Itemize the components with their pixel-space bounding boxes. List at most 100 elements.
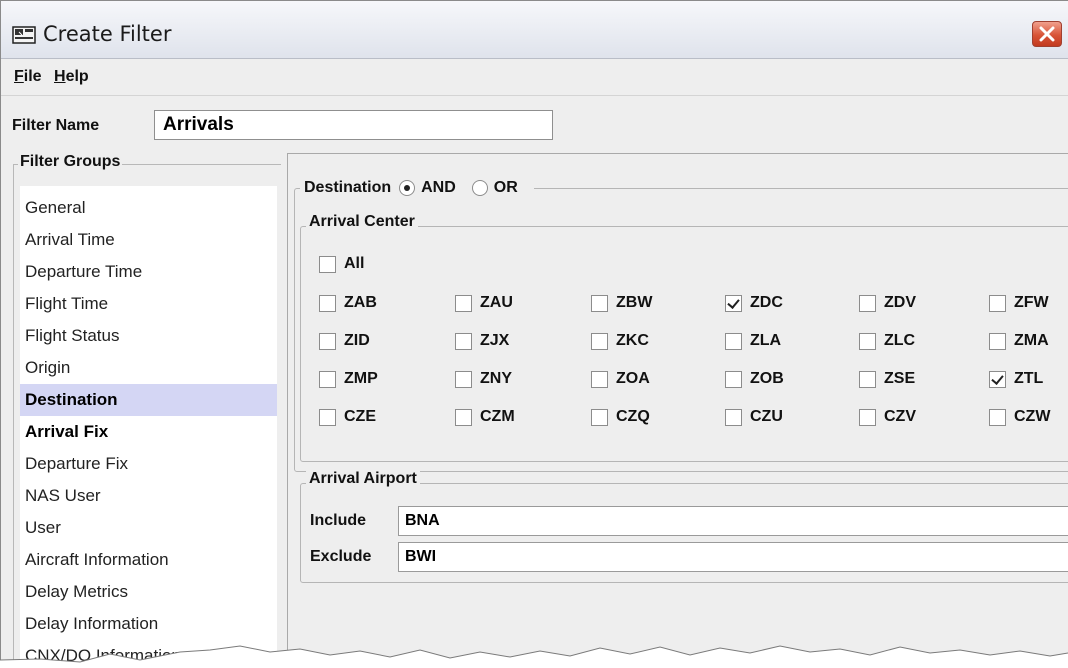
title-bar[interactable]: Create Filter — [1, 1, 1068, 59]
checkbox-box[interactable] — [859, 408, 876, 426]
checkbox-box[interactable] — [989, 332, 1006, 350]
checkbox-box[interactable] — [319, 332, 336, 350]
filter-group-item[interactable]: Flight Time — [20, 288, 277, 320]
checkbox-box[interactable] — [591, 332, 608, 350]
checkbox-label: CZU — [750, 408, 783, 425]
checkbox-label: ZFW — [1014, 294, 1049, 311]
checkbox-box[interactable] — [455, 370, 472, 388]
filter-group-item[interactable]: Origin — [20, 352, 277, 384]
checkbox-czu[interactable]: CZU — [725, 408, 783, 426]
checkbox-czq[interactable]: CZQ — [591, 408, 650, 426]
filter-group-item[interactable]: Destination — [20, 384, 277, 416]
checkbox-all-box[interactable] — [319, 255, 336, 273]
checkbox-zoa[interactable]: ZOA — [591, 370, 650, 388]
checkbox-box[interactable] — [989, 294, 1006, 312]
exclude-label: Exclude — [310, 548, 372, 565]
and-radio-button[interactable] — [399, 180, 416, 196]
checkbox-zab[interactable]: ZAB — [319, 294, 377, 312]
arrival-center-group-border — [300, 226, 1068, 462]
and-radio-option[interactable]: AND — [399, 179, 464, 197]
close-button[interactable] — [1032, 21, 1062, 47]
checkbox-label: ZSE — [884, 370, 916, 387]
arrival-center-title: Arrival Center — [306, 213, 418, 231]
checkbox-zlc[interactable]: ZLC — [859, 332, 915, 350]
checkbox-box[interactable] — [859, 332, 876, 350]
checkbox-zla[interactable]: ZLA — [725, 332, 781, 350]
filter-group-item[interactable]: CNX/DO Information — [20, 640, 277, 668]
filter-group-item[interactable]: Arrival Time — [20, 224, 277, 256]
checkbox-label: CZM — [480, 408, 515, 425]
checkbox-czw[interactable]: CZW — [989, 408, 1050, 426]
checkbox-zdv[interactable]: ZDV — [859, 294, 916, 312]
checkbox-box[interactable] — [455, 332, 472, 350]
include-airport-input[interactable] — [398, 506, 1068, 536]
checkbox-zma[interactable]: ZMA — [989, 332, 1049, 350]
filter-groups-list: General Arrival Time Departure Time Flight … — [20, 186, 277, 668]
or-radio-button[interactable] — [471, 180, 488, 196]
filter-groups-title: Filter Groups — [18, 153, 123, 171]
checkbox-box[interactable] — [591, 408, 608, 426]
checkbox-label: ZKC — [616, 332, 649, 349]
checkbox-box[interactable] — [989, 408, 1006, 426]
destination-title: Destination — [304, 179, 392, 196]
filter-name-label: Filter Name — [12, 117, 100, 134]
checkbox-box[interactable] — [725, 294, 742, 312]
close-icon — [1039, 26, 1055, 42]
filter-group-item[interactable]: Arrival Fix — [20, 416, 277, 448]
checkbox-zid[interactable]: ZID — [319, 332, 370, 350]
checkbox-all[interactable]: All — [319, 255, 364, 273]
exclude-airport-input[interactable] — [398, 542, 1068, 572]
filter-name-input[interactable] — [154, 110, 553, 140]
filter-group-item[interactable]: Departure Fix — [20, 448, 277, 480]
checkbox-box[interactable] — [989, 370, 1006, 388]
checkbox-box[interactable] — [319, 370, 336, 388]
checkbox-label: ZAB — [344, 294, 377, 311]
checkbox-label: ZLC — [884, 332, 916, 349]
checkbox-zkc[interactable]: ZKC — [591, 332, 649, 350]
checkbox-box[interactable] — [591, 294, 608, 312]
checkbox-zny[interactable]: ZNY — [455, 370, 512, 388]
checkbox-czm[interactable]: CZM — [455, 408, 515, 426]
checkbox-box[interactable] — [319, 294, 336, 312]
filter-group-item[interactable]: User — [20, 512, 277, 544]
menu-help-mnemonic: H — [54, 68, 66, 85]
checkbox-box[interactable] — [859, 370, 876, 388]
checkbox-label: ZDC — [750, 294, 783, 311]
filter-group-item[interactable]: Flight Status — [20, 320, 277, 352]
checkbox-zob[interactable]: ZOB — [725, 370, 784, 388]
checkbox-box[interactable] — [725, 408, 742, 426]
filter-group-item[interactable]: General — [20, 192, 277, 224]
checkbox-box[interactable] — [455, 408, 472, 426]
checkbox-box[interactable] — [859, 294, 876, 312]
checkbox-zdc[interactable]: ZDC — [725, 294, 783, 312]
checkbox-zse[interactable]: ZSE — [859, 370, 915, 388]
checkbox-zjx[interactable]: ZJX — [455, 332, 509, 350]
checkbox-label: CZV — [884, 408, 916, 425]
checkbox-box[interactable] — [319, 408, 336, 426]
checkbox-zmp[interactable]: ZMP — [319, 370, 378, 388]
checkbox-zbw[interactable]: ZBW — [591, 294, 652, 312]
filter-group-item[interactable]: Aircraft Information — [20, 544, 277, 576]
filter-group-item[interactable]: Delay Metrics — [20, 576, 277, 608]
checkbox-box[interactable] — [591, 370, 608, 388]
checkbox-box[interactable] — [455, 294, 472, 312]
filter-group-item[interactable]: Departure Time — [20, 256, 277, 288]
menu-help[interactable]: Help — [54, 68, 89, 86]
menu-file[interactable]: File — [14, 68, 42, 86]
checkbox-label: ZTL — [1014, 370, 1044, 387]
checkbox-ztl[interactable]: ZTL — [989, 370, 1043, 388]
checkbox-cze[interactable]: CZE — [319, 408, 376, 426]
filter-group-item[interactable]: NAS User — [20, 480, 277, 512]
window-title: Create Filter — [43, 22, 172, 46]
checkbox-label: ZBW — [616, 294, 653, 311]
checkbox-zau[interactable]: ZAU — [455, 294, 513, 312]
checkbox-zfw[interactable]: ZFW — [989, 294, 1049, 312]
checkbox-box[interactable] — [725, 370, 742, 388]
or-radio-option[interactable]: OR — [471, 179, 526, 197]
filter-group-item[interactable]: Delay Information — [20, 608, 277, 640]
checkbox-czv[interactable]: CZV — [859, 408, 916, 426]
arrival-airport-title: Arrival Airport — [306, 470, 420, 488]
or-radio-label: OR — [493, 179, 518, 196]
checkbox-label: ZOB — [750, 370, 784, 387]
checkbox-box[interactable] — [725, 332, 742, 350]
